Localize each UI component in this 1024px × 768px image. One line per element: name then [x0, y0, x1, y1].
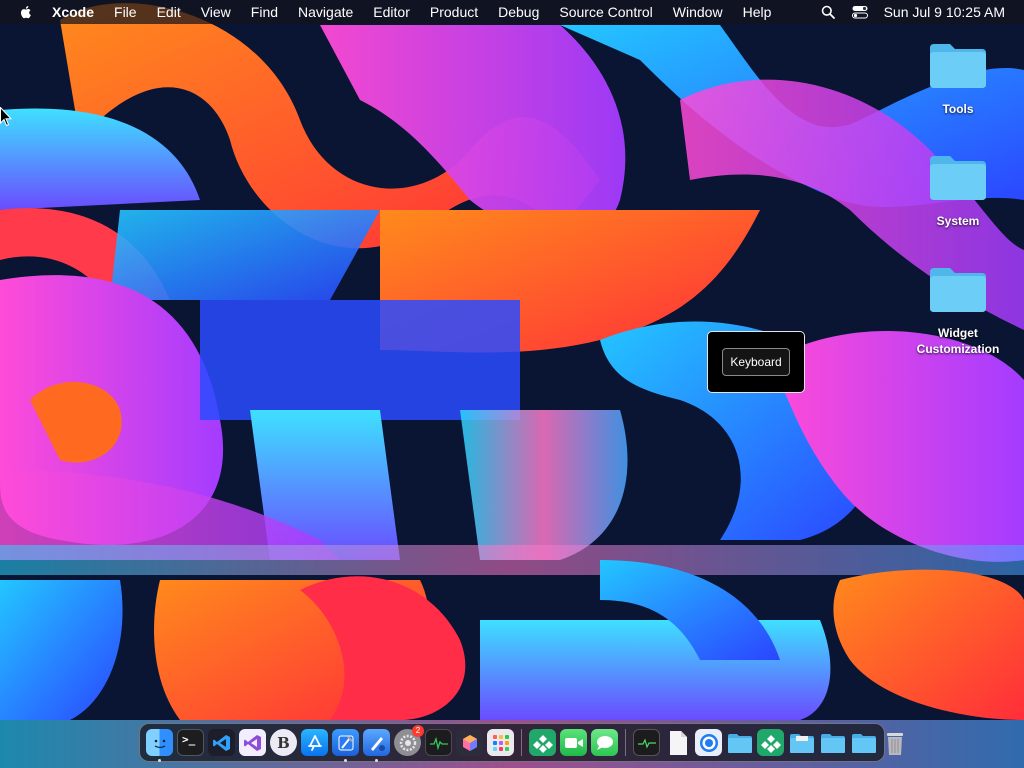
menu-bar: Xcode File Edit View Find Navigate Edito…: [0, 0, 1024, 24]
dock-app-store[interactable]: [301, 729, 328, 756]
menu-source-control[interactable]: Source Control: [549, 0, 662, 24]
folder-icon: [819, 729, 846, 756]
simulator-icon: [363, 729, 390, 756]
menu-find[interactable]: Find: [241, 0, 288, 24]
desktop-icon-system[interactable]: System: [903, 152, 1013, 229]
dock-system-settings[interactable]: 2: [394, 725, 424, 756]
dock-folder-1[interactable]: [726, 729, 753, 756]
desktop-icon-tools[interactable]: Tools: [903, 40, 1013, 117]
dock-console[interactable]: [633, 729, 660, 756]
dock-vscode[interactable]: [208, 729, 235, 756]
dock-separator: [625, 729, 626, 756]
desktop-icon-label: Widget Customization: [916, 326, 1000, 356]
dock: >_ B 2: [139, 723, 903, 762]
menu-navigate[interactable]: Navigate: [288, 0, 363, 24]
dock-finder[interactable]: [146, 729, 173, 762]
menu-view[interactable]: View: [191, 0, 241, 24]
dock-bbedit[interactable]: B: [270, 729, 297, 756]
dock-folder-4[interactable]: [850, 729, 877, 756]
desktop-icon-widget-customization[interactable]: Widget Customization: [903, 264, 1013, 357]
mirror-app-icon: [757, 729, 784, 756]
menu-editor[interactable]: Editor: [363, 0, 420, 24]
facetime-icon: [560, 729, 587, 756]
menu-product[interactable]: Product: [420, 0, 488, 24]
dock-separator: [521, 729, 522, 756]
reality-composer-icon: [456, 729, 483, 756]
dock-mirror-app[interactable]: [529, 729, 556, 756]
notification-badge: 2: [412, 725, 424, 737]
dock-folder-3[interactable]: [819, 729, 846, 756]
menu-help[interactable]: Help: [733, 0, 782, 24]
dock-document[interactable]: [664, 729, 691, 756]
keyboard-button[interactable]: Keyboard: [722, 348, 790, 376]
control-center-icon[interactable]: [851, 4, 868, 20]
dock-terminal[interactable]: >_: [177, 729, 204, 756]
bbedit-icon: B: [270, 729, 297, 756]
menu-debug[interactable]: Debug: [488, 0, 549, 24]
running-indicator: [375, 759, 378, 762]
dock-trash[interactable]: [881, 729, 908, 756]
menu-app-name[interactable]: Xcode: [44, 0, 104, 24]
folder-icon: [928, 40, 988, 90]
dock-simulator[interactable]: [363, 729, 390, 762]
apple-menu-icon[interactable]: [18, 4, 34, 20]
menu-edit[interactable]: Edit: [147, 0, 191, 24]
menu-window[interactable]: Window: [663, 0, 733, 24]
launchpad-icon: [487, 729, 514, 756]
trash-icon: [881, 729, 908, 756]
console-icon: [633, 729, 660, 756]
vscode-icon: [208, 729, 235, 756]
menu-bar-extras: Sun Jul 9 10:25 AM: [812, 0, 1024, 24]
running-indicator: [344, 759, 347, 762]
mouse-cursor-icon: [0, 107, 12, 127]
menu-bar-clock[interactable]: Sun Jul 9 10:25 AM: [876, 4, 1024, 20]
folder-icon: [850, 729, 877, 756]
folder-icon: [928, 152, 988, 202]
keyboard-popup: Keyboard: [707, 331, 805, 393]
activity-monitor-icon: [425, 729, 452, 756]
dock-visual-studio[interactable]: [239, 729, 266, 756]
mirror-app-icon: [529, 729, 556, 756]
safari-icon: [695, 729, 722, 756]
dock-messages[interactable]: [591, 729, 618, 756]
document-icon: [664, 729, 691, 756]
desktop-wallpaper: [0, 0, 1024, 768]
dock-folder-2[interactable]: [788, 729, 815, 756]
dock-activity-monitor[interactable]: [425, 729, 452, 756]
spotlight-search-icon[interactable]: [820, 4, 836, 20]
menu-file[interactable]: File: [104, 0, 147, 24]
dock-reality-composer[interactable]: [456, 729, 483, 756]
desktop-icon-label: System: [936, 214, 980, 228]
finder-icon: [146, 729, 173, 756]
dock-mirror-app-2[interactable]: [757, 729, 784, 756]
folder-icon: [726, 729, 753, 756]
dock-xcode[interactable]: [332, 729, 359, 762]
dock-safari[interactable]: [695, 729, 722, 756]
folder-icon: [788, 729, 815, 756]
messages-icon: [591, 729, 618, 756]
folder-icon: [928, 264, 988, 314]
terminal-icon: >_: [177, 729, 204, 756]
dock-facetime[interactable]: [560, 729, 587, 756]
visual-studio-icon: [239, 729, 266, 756]
xcode-icon: [332, 729, 359, 756]
desktop-icon-label: Tools: [942, 102, 974, 116]
dock-launchpad[interactable]: [487, 729, 514, 756]
running-indicator: [158, 759, 161, 762]
app-store-icon: [301, 729, 328, 756]
